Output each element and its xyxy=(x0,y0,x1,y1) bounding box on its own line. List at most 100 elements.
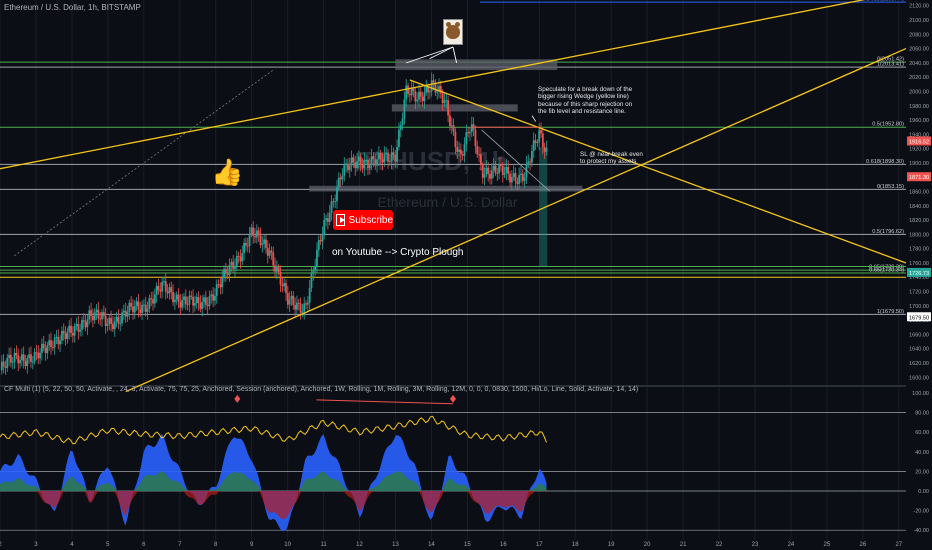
candle-body xyxy=(68,325,71,332)
time-tick-label: 5 xyxy=(106,542,110,548)
candle-body xyxy=(153,294,156,304)
candle-body xyxy=(414,91,417,102)
candle-body xyxy=(177,294,180,303)
candle-body xyxy=(172,292,174,303)
candle-body xyxy=(432,80,435,83)
candle-body xyxy=(368,165,371,168)
candle-body xyxy=(407,85,409,95)
candle-body xyxy=(255,230,258,238)
candle-body xyxy=(219,284,222,288)
price-tick-label: 1800.00 xyxy=(909,232,929,238)
candle-body xyxy=(228,264,231,275)
candle-body xyxy=(454,131,457,148)
candle-body xyxy=(203,297,205,302)
candle-body xyxy=(303,303,306,312)
candle-body xyxy=(399,125,402,130)
candle-body xyxy=(234,266,236,269)
candle-body xyxy=(379,152,382,160)
candle-body xyxy=(11,361,14,363)
supply-zone xyxy=(391,104,518,112)
candle-body xyxy=(374,159,377,166)
candle-body xyxy=(321,234,324,242)
candle-body xyxy=(418,91,420,100)
candle-body xyxy=(137,301,140,310)
candle-body xyxy=(230,261,233,265)
subscribe-button[interactable]: Subscribe xyxy=(333,210,393,230)
candle-body xyxy=(532,140,535,151)
time-tick-label: 14 xyxy=(428,542,435,548)
candle-body xyxy=(59,340,62,345)
candle-body xyxy=(494,165,497,173)
candle-body xyxy=(144,304,147,312)
time-tick-label: 9 xyxy=(250,542,254,548)
candle-body xyxy=(388,161,391,163)
candle-body xyxy=(201,301,204,309)
candle-body xyxy=(474,129,477,147)
candle-body xyxy=(217,284,220,286)
candle-body xyxy=(73,326,76,336)
candle-body xyxy=(336,187,338,202)
candle-body xyxy=(485,167,488,175)
candle-body xyxy=(183,296,185,300)
candle-body xyxy=(343,164,346,176)
candle-body xyxy=(396,146,399,162)
price-tick-label: 2120.00 xyxy=(909,4,929,10)
candle-body xyxy=(361,165,364,169)
candle-body xyxy=(42,343,45,349)
speculate-line: because of this sharp rejection on xyxy=(538,100,633,108)
chart-stage: { "header": { "symbol": "Ethereum / U.S.… xyxy=(0,0,932,550)
candle-body xyxy=(22,354,25,362)
indicator-tick-label: 0.00 xyxy=(918,489,929,495)
price-tick-label: 1820.00 xyxy=(909,218,929,224)
youtube-play-icon xyxy=(336,214,345,226)
time-tick-label: 17 xyxy=(536,542,543,548)
candle-body xyxy=(92,315,94,321)
indicator-panel xyxy=(0,394,906,532)
candle-body xyxy=(421,96,424,102)
axes: 1600.001620.001640.001660.001680.001700.… xyxy=(0,0,932,550)
fib-level-label: 0.618(1898.30) xyxy=(866,159,904,165)
candle-body xyxy=(481,165,484,178)
candle-body xyxy=(341,175,344,180)
candle-body xyxy=(245,242,247,246)
candle-body xyxy=(106,324,109,326)
candle-body xyxy=(122,310,125,313)
candle-body xyxy=(163,281,165,283)
candle-body xyxy=(290,295,293,300)
candle-body xyxy=(441,93,444,104)
price-tick-label: 2060.00 xyxy=(909,47,929,53)
candle-body xyxy=(79,329,82,332)
time-tick-label: 20 xyxy=(644,542,651,548)
watermark-name: Ethereum / U.S. Dollar xyxy=(378,194,518,210)
candle-body xyxy=(529,161,531,163)
candle-body xyxy=(463,144,466,156)
momentum-wave xyxy=(0,433,547,532)
price-tick-label: 2080.00 xyxy=(909,32,929,38)
price-tick-label: 2100.00 xyxy=(909,18,929,24)
candle-body xyxy=(159,290,162,292)
time-tick-label: 10 xyxy=(284,542,291,548)
candle-body xyxy=(445,100,448,102)
candle-body xyxy=(150,298,153,300)
candle-body xyxy=(15,352,18,356)
stop-loss-line: SL @ near break even xyxy=(580,151,643,158)
candle-body xyxy=(405,85,408,100)
candle-body xyxy=(132,306,134,313)
candle-body xyxy=(306,302,309,305)
candle-body xyxy=(345,163,348,165)
candle-body xyxy=(124,310,127,317)
candle-body xyxy=(31,361,34,363)
candle-body xyxy=(297,302,300,304)
candle-body xyxy=(39,352,41,359)
candle-body xyxy=(263,239,266,244)
indicator-tick-label: 40.00 xyxy=(915,450,929,456)
stop-loss-note: SL @ near break even to protect my asset… xyxy=(580,151,643,166)
candle-body xyxy=(381,159,384,163)
price-tag-label: 1726.73 xyxy=(909,271,929,277)
price-tick-label: 1760.00 xyxy=(909,261,929,267)
candle-body xyxy=(505,166,508,173)
candle-body xyxy=(146,308,149,312)
indicator-tick-label: 60.00 xyxy=(915,430,929,436)
bear-pointer-line xyxy=(429,46,454,59)
candle-body xyxy=(248,233,251,246)
